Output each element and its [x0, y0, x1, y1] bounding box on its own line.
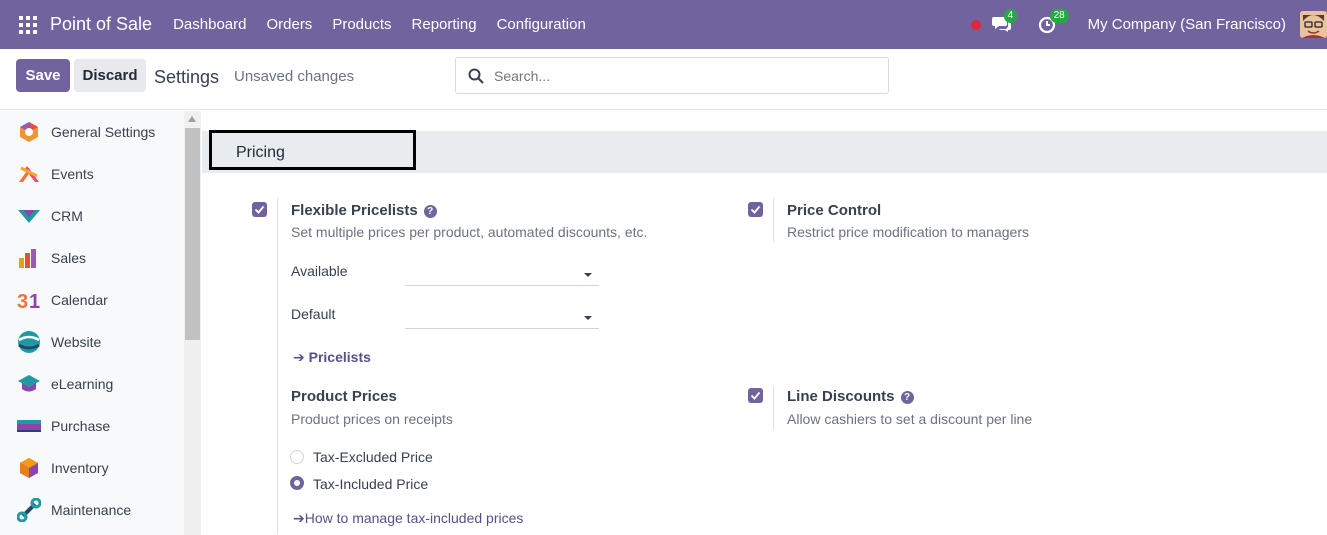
line-discounts-checkbox[interactable]: [748, 388, 763, 403]
sidebar-label: CRM: [51, 208, 83, 224]
company-switcher[interactable]: My Company (San Francisco): [1088, 16, 1286, 33]
sidebar-label: Maintenance: [51, 502, 132, 518]
divider-left: [277, 198, 278, 386]
price-control-checkbox[interactable]: [748, 202, 763, 217]
sidebar-item-calendar[interactable]: 31 Calendar: [0, 279, 184, 321]
help-icon[interactable]: ?: [423, 205, 437, 218]
menu-products[interactable]: Products: [322, 16, 401, 33]
arrow-right-icon: ➔: [293, 510, 305, 526]
sidebar-scrollbar[interactable]: [184, 111, 201, 535]
search-icon: [468, 68, 484, 84]
user-avatar[interactable]: [1300, 11, 1327, 38]
sidebar-label: Website: [51, 334, 102, 350]
line-discounts-desc: Allow cashiers to set a discount per lin…: [787, 411, 1033, 427]
available-pricelists-select[interactable]: [405, 264, 599, 286]
tax-included-label[interactable]: Tax-Included Price: [313, 476, 428, 492]
tax-excluded-radio[interactable]: [290, 450, 304, 464]
elearning-icon: [17, 372, 41, 396]
navbar-systray: 4 28 My Company (San Francisco): [970, 0, 1327, 49]
sidebar-item-crm[interactable]: CRM: [0, 195, 184, 237]
help-icon[interactable]: ?: [900, 391, 914, 404]
flexible-pricelists-checkbox[interactable]: [252, 202, 267, 217]
divider-right: [773, 386, 774, 430]
sales-icon: [17, 246, 41, 270]
tax-excluded-label[interactable]: Tax-Excluded Price: [313, 449, 433, 465]
record-indicator-icon[interactable]: [970, 19, 981, 30]
pricelists-link[interactable]: ➔ Pricelists: [293, 349, 371, 366]
tax-included-radio[interactable]: [290, 476, 304, 490]
svg-text:1: 1: [29, 291, 40, 312]
control-panel: Save Discard Settings Unsaved changes: [0, 49, 1327, 110]
menu-reporting[interactable]: Reporting: [402, 16, 487, 33]
search-box[interactable]: [455, 57, 889, 94]
sidebar-label: Calendar: [51, 292, 108, 308]
search-input[interactable]: [494, 67, 874, 84]
settings-sidebar: General Settings Events CRM Sales 31 Cal…: [0, 111, 184, 535]
general-settings-icon: [17, 120, 41, 144]
default-pricelist-select[interactable]: [405, 307, 599, 329]
pricing-section-title: Pricing: [236, 144, 285, 161]
save-button[interactable]: Save: [16, 59, 70, 92]
scroll-thumb[interactable]: [185, 128, 200, 340]
chevron-down-icon: [584, 316, 592, 320]
calendar-icon: 31: [17, 288, 41, 313]
price-control-title: Price Control: [787, 202, 882, 219]
discard-button[interactable]: Discard: [74, 59, 146, 92]
activity-clock-icon[interactable]: 28: [1038, 8, 1069, 35]
menu-dashboard[interactable]: Dashboard: [163, 16, 256, 33]
sidebar-label: Purchase: [51, 418, 111, 434]
activity-badge: 28: [1049, 8, 1069, 23]
menu-configuration[interactable]: Configuration: [487, 16, 596, 33]
arrow-right-icon: ➔: [293, 349, 309, 365]
sidebar-label: Inventory: [51, 460, 109, 476]
product-prices-title: Product Prices: [291, 388, 397, 405]
app-title[interactable]: Point of Sale: [50, 14, 152, 35]
sidebar-label: Events: [51, 166, 94, 182]
sidebar-item-sales[interactable]: Sales: [0, 237, 184, 279]
purchase-icon: [17, 414, 41, 438]
flexible-pricelists-desc: Set multiple prices per product, automat…: [291, 224, 648, 240]
top-navbar: Point of Sale Dashboard Orders Products …: [0, 0, 1327, 49]
inventory-icon: [17, 456, 41, 480]
sidebar-label: Sales: [51, 250, 87, 266]
page-title: Settings: [154, 67, 220, 87]
maintenance-icon: [16, 497, 42, 523]
scroll-up-arrow-icon[interactable]: [188, 116, 196, 122]
tax-included-help-link[interactable]: ➔How to manage tax-included prices: [293, 510, 523, 527]
divider-right: [773, 198, 774, 242]
apps-menu-icon[interactable]: [19, 15, 37, 34]
messages-icon[interactable]: 4: [991, 8, 1018, 35]
sidebar-item-inventory[interactable]: Inventory: [0, 447, 184, 489]
main-menu: Dashboard Orders Products Reporting Conf…: [163, 16, 596, 33]
sidebar-item-maintenance[interactable]: Maintenance: [0, 489, 184, 531]
sidebar-item-purchase[interactable]: Purchase: [0, 405, 184, 447]
sidebar-item-general-settings[interactable]: General Settings: [0, 111, 184, 153]
sidebar-item-elearning[interactable]: eLearning: [0, 363, 184, 405]
unsaved-status: Unsaved changes: [234, 68, 355, 85]
price-control-desc: Restrict price modification to managers: [787, 224, 1029, 240]
website-icon: [17, 330, 41, 354]
default-label: Default: [291, 306, 336, 322]
messages-badge: 4: [1003, 8, 1018, 23]
svg-text:3: 3: [17, 291, 28, 312]
sidebar-item-events[interactable]: Events: [0, 153, 184, 195]
chevron-down-icon: [584, 273, 592, 277]
crm-icon: [17, 204, 41, 228]
menu-orders[interactable]: Orders: [256, 16, 322, 33]
sidebar-label: eLearning: [51, 376, 114, 392]
events-icon: [17, 162, 41, 186]
product-prices-desc: Product prices on receipts: [291, 411, 453, 427]
sidebar-item-website[interactable]: Website: [0, 321, 184, 363]
available-label: Available: [291, 263, 348, 279]
line-discounts-title: Line Discounts?: [787, 388, 914, 405]
divider-left: [277, 386, 278, 534]
sidebar-label: General Settings: [51, 124, 156, 140]
flexible-pricelists-title: Flexible Pricelists?: [291, 202, 437, 219]
